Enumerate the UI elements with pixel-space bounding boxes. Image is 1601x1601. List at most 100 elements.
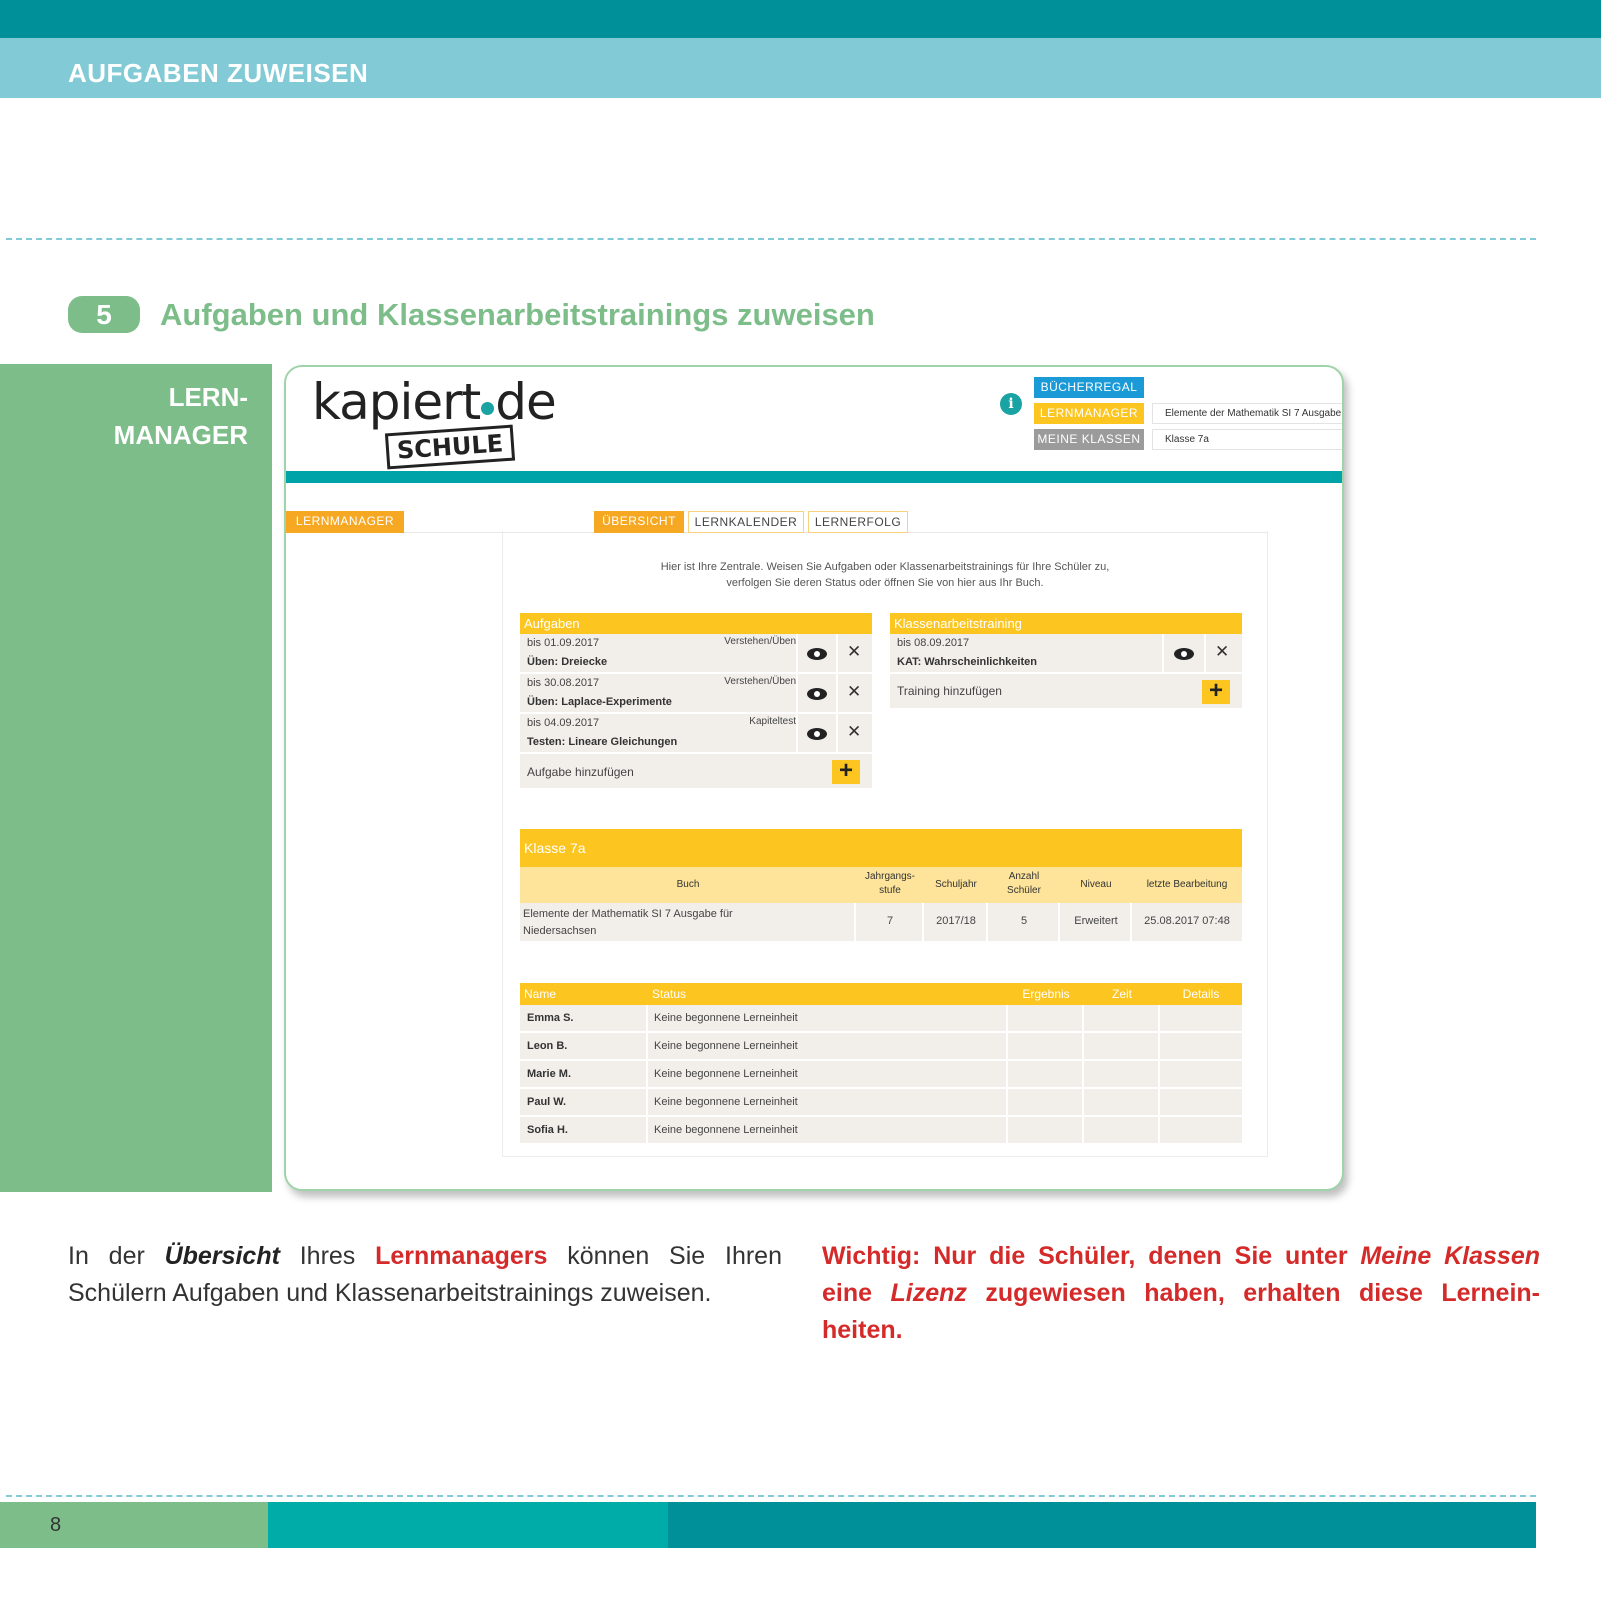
- aufgaben-box: Aufgaben bis 01.09.2017 Verstehen/Üben Ü…: [520, 613, 872, 790]
- app-screenshot: kapiert de SCHULE i BÜCHERREGAL LERNMANAG…: [284, 365, 1344, 1191]
- book-select[interactable]: Elemente der Mathematik SI 7 Ausgabe: [1152, 403, 1342, 424]
- logo-schule: SCHULE: [384, 424, 516, 470]
- teal-bar: [286, 471, 1342, 483]
- tab-lernkalender[interactable]: LERNKALENDER: [688, 511, 804, 533]
- header-band: AUFGABEN ZUWEISEN: [0, 38, 1601, 98]
- col-niveau: Niveau: [1080, 879, 1112, 890]
- nav-lernmanager[interactable]: LERNMANAGER: [1034, 403, 1144, 424]
- aufgabe-row[interactable]: bis 01.09.2017 Verstehen/Üben Üben: Drei…: [520, 634, 872, 674]
- header-title: AUFGABEN ZUWEISEN: [68, 58, 369, 88]
- training-name: KAT: Wahrscheinlichkeiten: [897, 656, 1037, 668]
- body-right-text-2: eine: [822, 1279, 891, 1307]
- nav-meine-klassen[interactable]: MEINE KLASSEN: [1034, 429, 1144, 450]
- close-icon[interactable]: ✕: [847, 722, 861, 742]
- klasse-column-headers: Buch Jahrgangs-stufe Schuljahr Anzahl Sch…: [520, 867, 1242, 903]
- table-row[interactable]: Sofia H. Keine begonnene Lerneinheit: [520, 1117, 1242, 1145]
- training-date: bis 08.09.2017: [897, 637, 970, 649]
- col-name: Name: [524, 987, 557, 1001]
- col-buch: Buch: [676, 879, 700, 890]
- intro-line1: Hier ist Ihre Zentrale. Weisen Sie Aufga…: [660, 561, 1110, 573]
- section-number: 5: [68, 296, 140, 333]
- student-name: Marie M.: [527, 1068, 572, 1080]
- col-details: Details: [1182, 987, 1220, 1001]
- logo-dot-icon: [481, 402, 495, 415]
- footer-teal: [268, 1502, 668, 1548]
- eye-icon[interactable]: [807, 728, 827, 740]
- klasse-letzte: 25.08.2017 07:48: [1144, 915, 1230, 927]
- aufgabe-add-row[interactable]: Aufgabe hinzufügen +: [520, 754, 872, 790]
- sidebar-label-panel: LERN- MANAGER: [0, 364, 272, 1192]
- training-add-row[interactable]: Training hinzufügen +: [890, 674, 1242, 710]
- aufgabe-date: bis 01.09.2017: [527, 637, 600, 649]
- logo-suffix: de: [495, 373, 556, 431]
- close-icon[interactable]: ✕: [847, 682, 861, 702]
- class-select[interactable]: Klasse 7a: [1152, 429, 1342, 450]
- sidebar-label-line1: LERN-: [168, 382, 248, 412]
- col-anzahl-2: Schüler: [1007, 885, 1041, 896]
- tab-ubersicht[interactable]: ÜBERSICHT: [594, 511, 684, 533]
- klasse-row[interactable]: Elemente der Mathematik SI 7 Ausgabe für…: [520, 903, 1242, 943]
- logo-text: kapiert: [312, 373, 481, 431]
- aufgabe-add-label: Aufgabe hinzufügen: [527, 765, 634, 779]
- klasse-schuljahr: 2017/18: [936, 915, 976, 927]
- eye-icon[interactable]: [807, 688, 827, 700]
- table-row[interactable]: Marie M. Keine begonnene Lerneinheit: [520, 1061, 1242, 1089]
- lernmanager-label: LERNMANAGER: [286, 511, 404, 533]
- aufgabe-name: Üben: Dreiecke: [527, 656, 608, 668]
- klasse-buch-1: Elemente der Mathematik SI 7 Ausgabe für: [523, 908, 733, 920]
- col-stufe-2: stufe: [879, 885, 901, 896]
- aufgaben-header: Aufgaben: [520, 613, 872, 634]
- aufgabe-row[interactable]: bis 30.08.2017 Verstehen/Üben Üben: Lapl…: [520, 674, 872, 714]
- student-name: Paul W.: [527, 1096, 567, 1108]
- section-title: Aufgaben und Klassenarbeitstrainings zuw…: [160, 297, 875, 332]
- close-icon[interactable]: ✕: [1215, 642, 1229, 662]
- training-add-label: Training hinzufügen: [897, 684, 1002, 698]
- body-left-text-2: Ihres: [279, 1242, 376, 1270]
- col-ergebnis: Ergebnis: [1022, 987, 1070, 1001]
- aufgabe-row[interactable]: bis 04.09.2017 Kapiteltest Testen: Linea…: [520, 714, 872, 754]
- col-schuljahr: Schuljahr: [935, 879, 977, 890]
- plus-icon[interactable]: +: [1202, 679, 1230, 704]
- top-bar: [0, 0, 1601, 38]
- sidebar-label-line2: MANAGER: [113, 420, 248, 450]
- klasse-niveau: Erweitert: [1074, 915, 1118, 927]
- student-rows: Emma S. Keine begonnene Lerneinheit Leon B…: [520, 1005, 1242, 1145]
- aufgabe-name: Üben: Laplace-Experimente: [527, 696, 672, 708]
- body-right-lizenz: Lizenz: [890, 1279, 967, 1307]
- table-row[interactable]: Paul W. Keine begonnene Lerneinheit: [520, 1089, 1242, 1117]
- body-left-lernmanagers: Lernmanagers: [375, 1242, 548, 1270]
- close-icon[interactable]: ✕: [847, 642, 861, 662]
- intro-line2: verfolgen Sie deren Status oder öffnen S…: [726, 577, 1044, 589]
- intro-text: Hier ist Ihre Zentrale. Weisen Sie Aufga…: [502, 559, 1268, 591]
- logo[interactable]: kapiert de: [312, 373, 557, 431]
- col-letzte: letzte Bearbeitung: [1146, 879, 1228, 890]
- klasse-header: Klasse 7a: [520, 829, 1242, 867]
- training-row[interactable]: bis 08.09.2017 KAT: Wahrscheinlichkeiten…: [890, 634, 1242, 674]
- aufgabe-date: bis 04.09.2017: [527, 717, 600, 729]
- aufgabe-name: Testen: Lineare Gleichungen: [527, 736, 678, 748]
- table-row[interactable]: Emma S. Keine begonnene Lerneinheit: [520, 1005, 1242, 1033]
- training-header: Klassenarbeitstraining: [890, 613, 1242, 634]
- body-left: In der Übersicht Ihres Lernmanagers könn…: [68, 1238, 782, 1312]
- table-row[interactable]: Leon B. Keine begonnene Lerneinheit: [520, 1033, 1242, 1061]
- student-status: Keine begonnene Lerneinheit: [654, 1012, 798, 1024]
- students-header: Name Status Ergebnis Zeit Details: [520, 983, 1242, 1005]
- student-name: Emma S.: [527, 1012, 574, 1024]
- nav-bucherregal[interactable]: BÜCHERREGAL: [1034, 377, 1144, 398]
- student-name: Sofia H.: [527, 1124, 568, 1136]
- aufgabe-type: Kapiteltest: [749, 716, 796, 727]
- klasse-anzahl: 5: [1020, 915, 1028, 927]
- eye-icon[interactable]: [807, 648, 827, 660]
- eye-icon[interactable]: [1174, 648, 1194, 660]
- body-right-text-1: Wichtig: Nur die Schüler, denen Sie unte…: [822, 1242, 1361, 1270]
- tab-lernerfolg[interactable]: LERNERFOLG: [808, 511, 908, 533]
- col-zeit: Zeit: [1111, 987, 1132, 1001]
- info-icon[interactable]: i: [1000, 393, 1022, 415]
- aufgabe-type: Verstehen/Üben: [724, 676, 796, 687]
- plus-icon[interactable]: +: [832, 759, 860, 784]
- divider-top: [6, 238, 1536, 240]
- page: AUFGABEN ZUWEISEN 5 Aufgaben und Klassen…: [0, 0, 1601, 1601]
- body-right: Wichtig: Nur die Schüler, denen Sie unte…: [822, 1238, 1540, 1349]
- klasse-buch-2: Niedersachsen: [523, 925, 597, 937]
- student-status: Keine begonnene Lerneinheit: [654, 1040, 798, 1052]
